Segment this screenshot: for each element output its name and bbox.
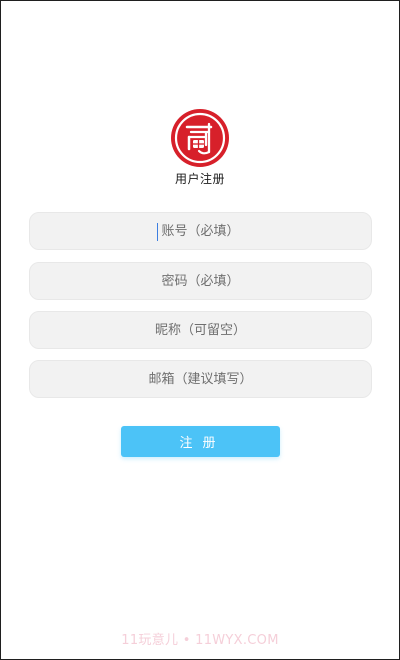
password-input[interactable] [30, 263, 371, 299]
account-input[interactable] [30, 213, 371, 249]
watermark-text: 11玩意儿 • 11WYX.COM [121, 633, 279, 648]
nickname-field[interactable] [29, 311, 372, 349]
brand-area: 用户注册 [1, 109, 399, 187]
register-button[interactable]: 注册 [121, 426, 280, 457]
page-title: 用户注册 [174, 172, 225, 186]
app-logo [171, 109, 229, 167]
account-field[interactable] [29, 212, 372, 250]
app-logo-icon [172, 110, 228, 166]
registration-screen: 用户注册 注册 11玩意儿 • 11WYX.COM [0, 0, 400, 660]
text-cursor [157, 223, 158, 241]
password-field[interactable] [29, 262, 372, 300]
nickname-input[interactable] [30, 312, 371, 348]
email-input[interactable] [30, 361, 371, 397]
email-field[interactable] [29, 360, 372, 398]
